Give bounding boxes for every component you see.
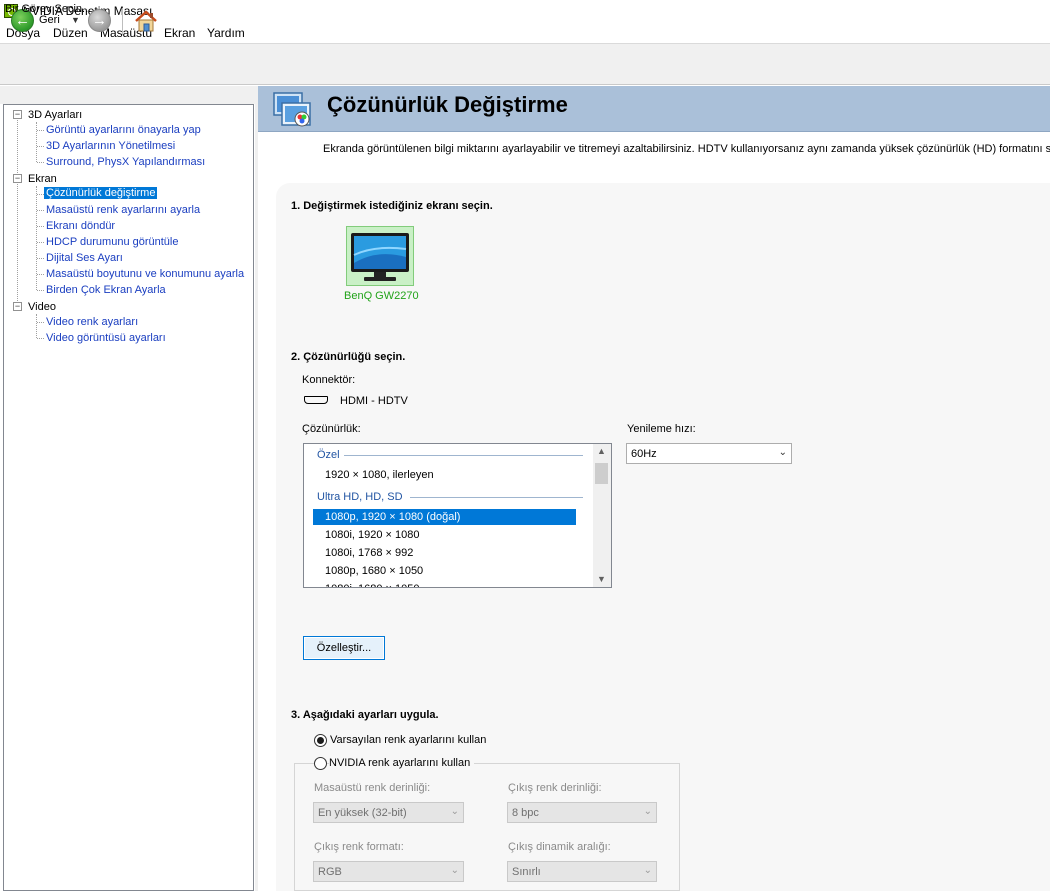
back-button-label[interactable]: Geri <box>39 14 60 26</box>
tree-connector <box>37 210 44 211</box>
output-depth-label: Çıkış renk derinliği: <box>508 782 602 794</box>
tree-connector <box>37 274 44 275</box>
resolution-option-partial[interactable]: 1080i, 1680 × 1050 <box>325 583 420 587</box>
customize-button-label: Özelleştir... <box>316 642 372 654</box>
output-format-value: RGB <box>318 866 342 878</box>
task-pane-header <box>0 86 256 104</box>
menu-duzen[interactable]: Düzen <box>53 26 88 40</box>
output-range-select[interactable]: Sınırlı ⌄ <box>507 861 657 882</box>
scroll-thumb[interactable] <box>595 463 608 484</box>
group-separator <box>410 497 583 498</box>
page-title: Çözünürlük Değiştirme <box>327 92 568 117</box>
resolution-option[interactable]: 1080i, 1768 × 992 <box>325 547 413 559</box>
chevron-down-icon: ⌄ <box>643 865 652 876</box>
output-range-value: Sınırlı <box>512 866 541 878</box>
scroll-down-icon[interactable]: ▼ <box>597 574 606 584</box>
resolution-option-selected[interactable]: 1080p, 1920 × 1080 (doğal) <box>325 511 460 523</box>
output-depth-value: 8 bpc <box>512 807 539 819</box>
group-separator <box>344 455 583 456</box>
tree-category-3d[interactable]: 3D Ayarları <box>28 109 82 121</box>
tree-item-ekrani-dondur[interactable]: Ekranı döndür <box>46 220 115 232</box>
connector-label: Konnektör: <box>302 374 356 386</box>
radio-default-colors[interactable] <box>314 734 327 747</box>
tree-branch-line-3d <box>36 122 37 162</box>
resolution-label: Çözünürlük: <box>302 423 361 435</box>
menu-yardim[interactable]: Yardım <box>207 26 245 40</box>
display-settings-icon <box>273 92 311 127</box>
scroll-up-icon[interactable]: ▲ <box>597 446 606 456</box>
home-icon[interactable] <box>133 8 159 34</box>
toolbar-separator <box>122 8 123 35</box>
forward-arrow-glyph: → <box>92 12 107 29</box>
tree-connector <box>37 130 44 131</box>
step3-title: 3. Aşağıdaki ayarları uygula. <box>291 709 439 721</box>
chevron-down-icon: ⌄ <box>778 447 787 458</box>
tree-category-ekran[interactable]: Ekran <box>28 173 57 185</box>
chevron-down-icon: ⌄ <box>450 865 459 876</box>
resolution-option[interactable]: 1920 × 1080, ilerleyen <box>325 469 434 481</box>
resolution-group-ozel: Özel <box>317 449 340 461</box>
tree-root-line <box>17 120 18 307</box>
refresh-rate-select[interactable]: 60Hz ⌄ <box>626 443 792 464</box>
tree-item-goruntu-onayar[interactable]: Görüntü ayarlarını önayarla yap <box>46 124 201 136</box>
output-depth-select[interactable]: 8 bpc ⌄ <box>507 802 657 823</box>
resolution-group-uhd: Ultra HD, HD, SD <box>317 491 403 503</box>
toolbar <box>0 43 1050 85</box>
resolution-option[interactable]: 1080i, 1920 × 1080 <box>325 529 420 541</box>
tree-item-masaustu-renk[interactable]: Masaüstü renk ayarlarını ayarla <box>46 204 200 216</box>
refresh-rate-value: 60Hz <box>631 448 657 460</box>
radio-nvidia-colors[interactable] <box>314 757 327 770</box>
tree-connector <box>37 242 44 243</box>
tree-item-masaustu-boyut[interactable]: Masaüstü boyutunu ve konumunu ayarla <box>46 268 244 280</box>
tree-item-video-goruntu[interactable]: Video görüntüsü ayarları <box>46 332 166 344</box>
refresh-rate-label: Yenileme hızı: <box>627 423 696 435</box>
tree-connector <box>37 226 44 227</box>
task-tree <box>3 104 254 891</box>
tree-category-video[interactable]: Video <box>28 301 56 313</box>
display-selector-benq[interactable] <box>346 226 414 286</box>
tree-item-birden-cok-ekran[interactable]: Birden Çok Ekran Ayarla <box>46 284 166 296</box>
connector-value: HDMI - HDTV <box>340 395 408 407</box>
tree-item-3d-yonetim[interactable]: 3D Ayarlarının Yönetilmesi <box>46 140 175 152</box>
step1-title: 1. Değiştirmek istediğiniz ekranı seçin. <box>291 200 493 212</box>
desktop-depth-label: Masaüstü renk derinliği: <box>314 782 431 794</box>
output-format-label: Çıkış renk formatı: <box>314 841 404 853</box>
tree-connector <box>37 146 44 147</box>
tree-item-dijital-ses[interactable]: Dijital Ses Ayarı <box>46 252 123 264</box>
step2-title: 2. Çözünürlüğü seçin. <box>291 351 406 363</box>
tree-branch-line-video <box>36 314 37 338</box>
tree-connector <box>37 322 44 323</box>
monitor-icon <box>351 233 409 281</box>
chevron-down-icon: ⌄ <box>450 806 459 817</box>
page-description: Ekranda görüntülenen bilgi miktarını aya… <box>323 143 1050 155</box>
tree-connector <box>37 338 44 339</box>
expander-video[interactable]: − <box>13 302 22 311</box>
radio-default-colors-label[interactable]: Varsayılan renk ayarlarını kullan <box>330 734 486 746</box>
tree-item-surround-physx[interactable]: Surround, PhysX Yapılandırması <box>46 156 205 168</box>
tree-connector <box>37 258 44 259</box>
tree-connector <box>37 194 44 195</box>
hdmi-connector-icon <box>304 396 328 404</box>
desktop-depth-value: En yüksek (32-bit) <box>318 807 407 819</box>
expander-3d[interactable]: − <box>13 110 22 119</box>
output-range-label: Çıkış dinamik aralığı: <box>508 841 611 853</box>
radio-nvidia-colors-label[interactable]: NVIDIA renk ayarlarını kullan <box>329 757 475 769</box>
tree-item-cozunurluk-degistirme[interactable]: Çözünürlük değiştirme <box>44 187 158 199</box>
tree-item-video-renk[interactable]: Video renk ayarları <box>46 316 138 328</box>
menu-ekran[interactable]: Ekran <box>164 26 195 40</box>
tree-item-hdcp[interactable]: HDCP durumunu görüntüle <box>46 236 178 248</box>
desktop-depth-select[interactable]: En yüksek (32-bit) ⌄ <box>313 802 464 823</box>
resolution-option[interactable]: 1080p, 1680 × 1050 <box>325 565 423 577</box>
output-format-select[interactable]: RGB ⌄ <box>313 861 464 882</box>
forward-arrow-icon[interactable]: → <box>88 9 111 32</box>
display-name-label[interactable]: BenQ GW2270 <box>344 290 419 302</box>
back-history-dropdown-icon[interactable]: ▼ <box>71 15 80 25</box>
chevron-down-icon: ⌄ <box>643 806 652 817</box>
tree-connector <box>37 162 44 163</box>
expander-ekran[interactable]: − <box>13 174 22 183</box>
tree-connector <box>37 290 44 291</box>
task-pane-title: Bir Görev Seçin... <box>5 3 92 15</box>
customize-button[interactable]: Özelleştir... <box>303 636 385 660</box>
